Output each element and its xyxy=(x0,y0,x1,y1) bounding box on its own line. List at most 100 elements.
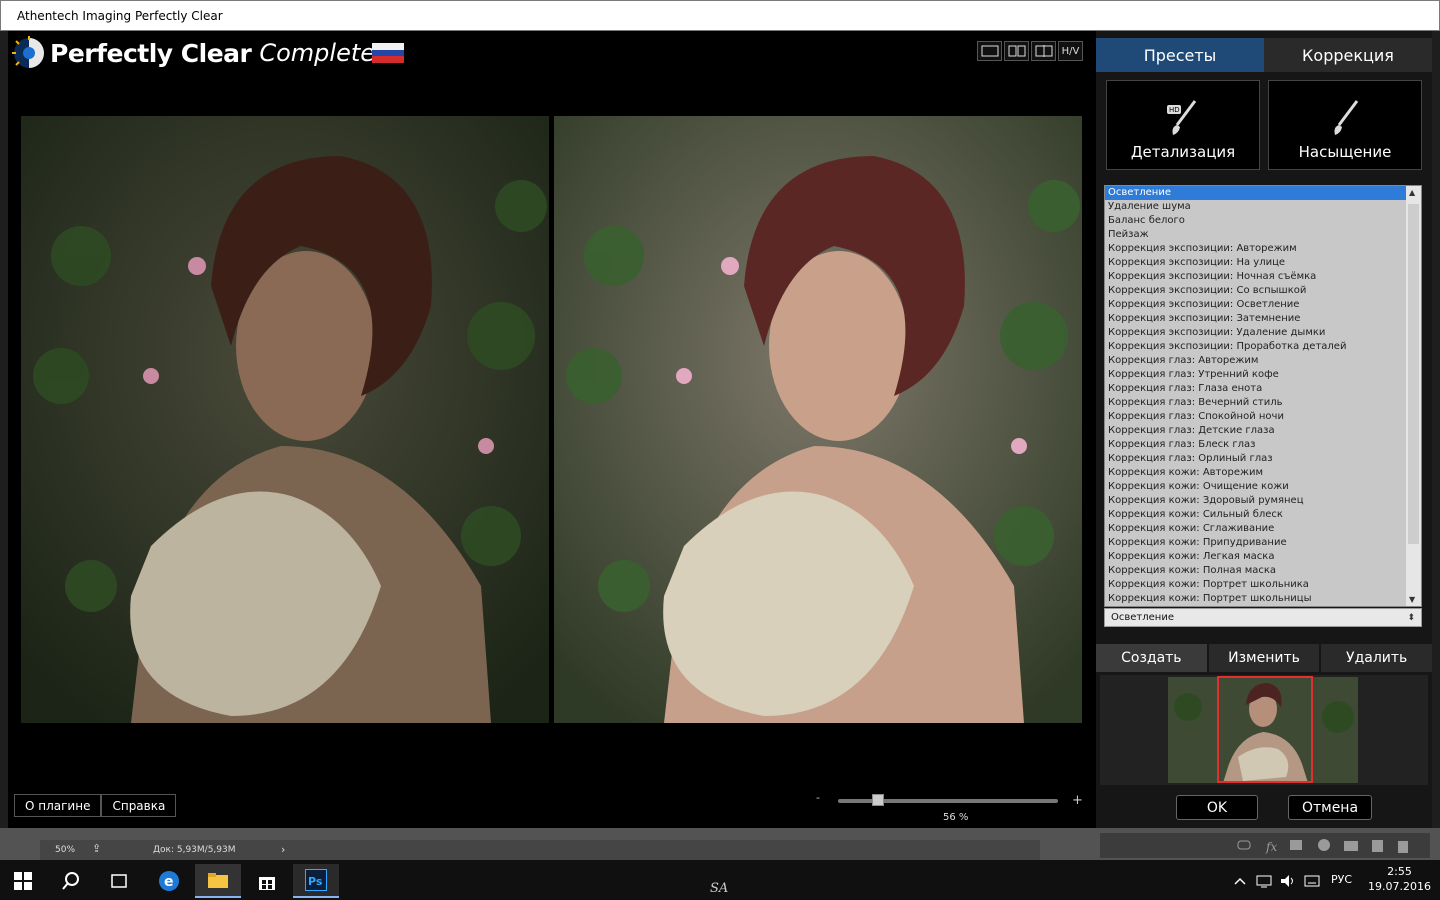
chevron-right-icon[interactable]: › xyxy=(281,843,285,856)
delete-preset-button[interactable]: Удалить xyxy=(1321,644,1433,672)
saturation-button[interactable]: Насыщение xyxy=(1268,80,1422,170)
svg-text:HD: HD xyxy=(1169,106,1180,114)
footer-buttons: О плагине Справка xyxy=(14,794,177,817)
list-item[interactable]: Коррекция экспозиции: Затемнение xyxy=(1105,312,1407,326)
list-item[interactable]: Коррекция глаз: Блеск глаз xyxy=(1105,438,1407,452)
list-item[interactable]: Коррекция глаз: Спокойной ночи xyxy=(1105,410,1407,424)
list-item[interactable]: Коррекция кожи: Портрет школьника xyxy=(1105,578,1407,592)
list-item[interactable]: Коррекция экспозиции: Проработка деталей xyxy=(1105,340,1407,354)
navigator-thumbnail[interactable] xyxy=(1100,675,1428,785)
detail-button[interactable]: HD Детализация xyxy=(1106,80,1260,170)
logo-edition: Complete xyxy=(259,39,376,67)
list-item[interactable]: Коррекция кожи: Очищение кожи xyxy=(1105,480,1407,494)
window-title: Athentech Imaging Perfectly Clear xyxy=(17,9,223,23)
input-language[interactable]: РУС xyxy=(1331,873,1352,886)
brush-hd-icon: HD xyxy=(1167,100,1197,135)
list-item[interactable]: Коррекция экспозиции: Удаление дымки xyxy=(1105,326,1407,340)
photoshop-icon[interactable]: Ps xyxy=(293,864,339,898)
logo-brand: Perfectly Clear xyxy=(50,38,252,68)
scroll-up-icon[interactable]: ▲ xyxy=(1409,188,1415,197)
language-flag-icon[interactable] xyxy=(372,43,404,63)
preset-select-value: Осветление xyxy=(1111,612,1174,623)
help-button[interactable]: Справка xyxy=(101,794,177,817)
svg-text:e: e xyxy=(164,874,174,890)
edit-preset-button[interactable]: Изменить xyxy=(1208,644,1320,672)
thumbnail-viewport-frame[interactable] xyxy=(1217,676,1313,783)
file-explorer-icon[interactable] xyxy=(195,864,241,898)
zoom-level: 56 % xyxy=(943,812,969,823)
list-item[interactable]: Коррекция кожи: Легкая маска xyxy=(1105,550,1407,564)
watermark-text: SA xyxy=(710,881,729,896)
list-item[interactable]: Коррекция кожи: Авторежим xyxy=(1105,466,1407,480)
svg-text:Ps: Ps xyxy=(308,875,323,888)
scrollbar-thumb[interactable] xyxy=(1408,204,1419,544)
preset-select[interactable]: Осветление ⬍ xyxy=(1104,608,1422,627)
chevron-updown-icon: ⬍ xyxy=(1407,613,1415,623)
zoom-in-button[interactable]: + xyxy=(1072,793,1083,808)
window-titlebar: Athentech Imaging Perfectly Clear xyxy=(0,0,1440,31)
preset-actions: Создать Изменить Удалить xyxy=(1096,644,1433,672)
tab-presets[interactable]: Пресеты xyxy=(1096,38,1264,72)
list-item[interactable]: Коррекция экспозиции: Ночная съёмка xyxy=(1105,270,1407,284)
presets-panel: Пресеты Коррекция HD Детализация Насыщен… xyxy=(1096,31,1433,828)
task-view-icon[interactable] xyxy=(96,864,142,898)
list-item[interactable]: Коррекция экспозиции: Осветление xyxy=(1105,298,1407,312)
list-item[interactable]: Коррекция кожи: Припудривание xyxy=(1105,536,1407,550)
network-icon[interactable] xyxy=(1252,864,1276,898)
list-item[interactable]: Коррекция глаз: Глаза енота xyxy=(1105,382,1407,396)
hv-toggle-button[interactable]: H/V xyxy=(1058,41,1083,61)
search-icon[interactable] xyxy=(48,864,94,898)
layers-toolbar: fx xyxy=(1100,833,1430,858)
list-item[interactable]: Коррекция кожи: Сглаживание xyxy=(1105,522,1407,536)
chevron-up-icon[interactable] xyxy=(1228,864,1252,898)
svg-text:fx: fx xyxy=(1265,840,1277,854)
before-preview xyxy=(21,116,549,723)
windows-start-icon[interactable] xyxy=(0,864,46,898)
edge-browser-icon[interactable]: e xyxy=(146,864,192,898)
split-view-button[interactable] xyxy=(1031,41,1056,61)
after-preview xyxy=(554,116,1082,723)
list-item[interactable]: Коррекция глаз: Детские глаза xyxy=(1105,424,1407,438)
list-item[interactable]: Коррекция глаз: Авторежим xyxy=(1105,354,1407,368)
view-mode-toolbar: H/V xyxy=(977,41,1083,61)
side-by-side-button[interactable] xyxy=(1004,41,1029,61)
list-item[interactable]: Коррекция экспозиции: На улице xyxy=(1105,256,1407,270)
ps-doc-size: Док: 5,93M/5,93M xyxy=(153,845,236,855)
about-button[interactable]: О плагине xyxy=(14,794,102,817)
list-item[interactable]: Коррекция экспозиции: Со вспышкой xyxy=(1105,284,1407,298)
logo: Perfectly Clear Complete xyxy=(12,33,375,73)
create-preset-button[interactable]: Создать xyxy=(1096,644,1207,672)
zoom-out-button[interactable]: - xyxy=(816,791,820,804)
ok-button[interactable]: OK xyxy=(1176,795,1258,820)
clock-date: 19.07.2016 xyxy=(1368,880,1431,893)
list-item[interactable]: Коррекция экспозиции: Авторежим xyxy=(1105,242,1407,256)
plugin-window: Perfectly Clear Complete H/V О плагине С… xyxy=(8,31,1433,828)
scroll-down-icon[interactable]: ▼ xyxy=(1409,595,1415,604)
volume-icon[interactable] xyxy=(1276,864,1300,898)
share-icon[interactable]: ⇪ xyxy=(92,842,101,855)
preset-list[interactable]: Осветление Удаление шума Баланс белого Пейз… xyxy=(1104,185,1422,607)
system-clock[interactable]: 2:55 19.07.2016 xyxy=(1368,864,1431,894)
list-item[interactable]: Удаление шума xyxy=(1105,200,1407,214)
list-item[interactable]: Коррекция кожи: Портрет школьницы xyxy=(1105,592,1407,606)
preset-list-scrollbar[interactable]: ▲ ▼ xyxy=(1406,186,1421,606)
ps-zoom: 50% xyxy=(55,845,76,855)
single-view-button[interactable] xyxy=(977,41,1002,61)
zoom-slider[interactable] xyxy=(838,794,1058,806)
tab-correction[interactable]: Коррекция xyxy=(1264,38,1432,72)
zoom-slider-thumb[interactable] xyxy=(871,794,884,806)
store-icon[interactable] xyxy=(244,864,290,898)
panel-tabs: Пресеты Коррекция xyxy=(1096,38,1432,72)
keyboard-icon[interactable] xyxy=(1300,864,1324,898)
list-item[interactable]: Коррекция кожи: Здоровый румянец xyxy=(1105,494,1407,508)
list-item[interactable]: Баланс белого xyxy=(1105,214,1407,228)
list-item[interactable]: Осветление xyxy=(1105,186,1407,200)
list-item[interactable]: Коррекция кожи: Полная маска xyxy=(1105,564,1407,578)
list-item[interactable]: Коррекция кожи: Сильный блеск xyxy=(1105,508,1407,522)
list-item[interactable]: Коррекция глаз: Вечерний стиль xyxy=(1105,396,1407,410)
list-item[interactable]: Коррекция глаз: Орлиный глаз xyxy=(1105,452,1407,466)
list-item[interactable]: Коррекция глаз: Утренний кофе xyxy=(1105,368,1407,382)
logo-icon xyxy=(12,36,46,70)
list-item[interactable]: Пейзаж xyxy=(1105,228,1407,242)
cancel-button[interactable]: Отмена xyxy=(1288,795,1372,820)
